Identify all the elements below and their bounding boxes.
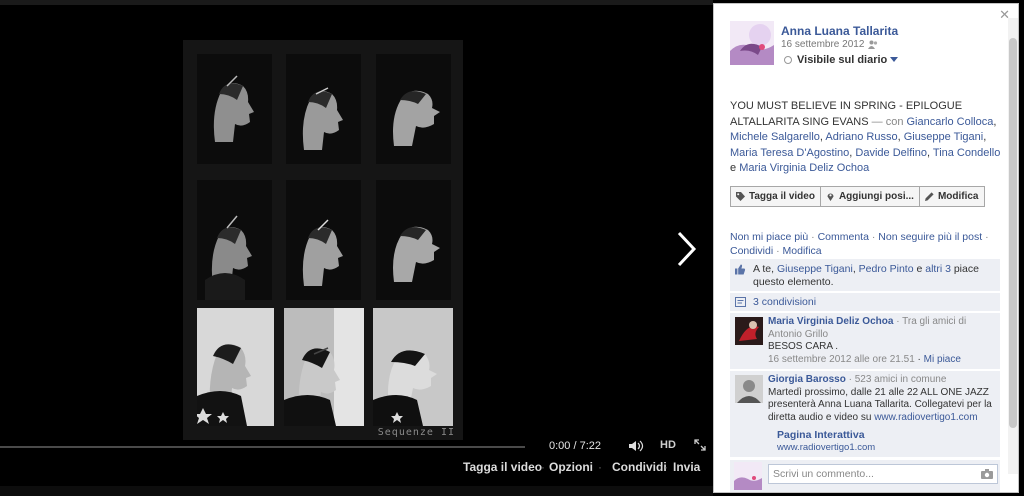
comment-link[interactable]: Commenta — [818, 231, 869, 243]
scrollbar-thumb[interactable] — [1009, 38, 1017, 428]
likes-prefix: A te, — [753, 263, 775, 275]
visibility-selector[interactable]: Visibile sul diario — [784, 54, 899, 66]
thumbs-up-icon — [735, 264, 746, 275]
tag-video-label: Tagga il video — [749, 191, 815, 202]
bottom-strip — [0, 486, 713, 496]
post-actions: Non mi piace più · Commenta · Non seguir… — [730, 231, 989, 257]
comment-text: BESOS CARA . — [768, 341, 839, 352]
post-button-group: Tagga il video Aggiungi posi... Modifica — [730, 186, 985, 207]
share-post-link[interactable]: Condividi — [730, 245, 773, 257]
comment-item: Giorgia Barosso · 523 amici in comune Ma… — [730, 371, 1000, 457]
owner-avatar[interactable] — [730, 21, 774, 65]
post-date: 16 settembre 2012 — [781, 39, 865, 50]
video-still-5 — [286, 180, 361, 300]
add-location-button[interactable]: Aggiungi posi... — [821, 187, 920, 206]
tag-icon — [736, 192, 745, 201]
camera-icon[interactable] — [981, 469, 993, 479]
edit-post-link[interactable]: Modifica — [783, 245, 822, 257]
likes-summary: A te, Giuseppe Tigani, Pedro Pinto e alt… — [730, 259, 1000, 291]
shares-summary: 3 condivisioni — [730, 293, 1000, 311]
tagged-person[interactable]: Tina Condello — [933, 147, 1000, 159]
send-link[interactable]: Invia — [673, 460, 700, 474]
chevron-down-icon — [890, 57, 899, 62]
other-likers-link[interactable]: altri 3 — [925, 263, 951, 275]
conjunction: e — [730, 162, 737, 174]
attachment-url[interactable]: www.radiovertigo1.com — [777, 442, 996, 455]
tag-video-link[interactable]: Tagga il video — [463, 460, 542, 474]
tag-video-button[interactable]: Tagga il video — [731, 187, 821, 206]
comment-body: Giorgia Barosso · 523 amici in comune Ma… — [768, 374, 996, 454]
add-location-label: Aggiungi posi... — [838, 191, 914, 202]
video-still-3 — [376, 54, 451, 164]
attachment-title[interactable]: Pagina Interattiva — [777, 429, 996, 442]
pencil-icon — [924, 192, 934, 201]
share-link[interactable]: Condividi — [612, 460, 667, 474]
video-controls: 0:00 / 7:22 HD — [0, 436, 713, 458]
hd-toggle-button[interactable]: HD — [660, 439, 676, 451]
time-display: 0:00 / 7:22 — [549, 440, 601, 452]
commenter-meta: · 523 amici in comune — [848, 374, 947, 385]
comment-composer — [730, 460, 1000, 492]
share-icon — [735, 297, 746, 307]
video-still-9 — [373, 308, 453, 426]
top-bar — [0, 0, 713, 5]
video-still-2 — [286, 54, 361, 164]
video-still-7 — [197, 308, 274, 426]
commenter-avatar[interactable] — [735, 317, 763, 345]
scrollbar[interactable] — [1008, 18, 1018, 474]
post-description: YOU MUST BELIEVE IN SPRING - EPILOGUE AL… — [730, 100, 1001, 174]
unlike-link[interactable]: Non mi piace più — [730, 231, 808, 243]
tagged-person[interactable]: Giuseppe Tigani — [904, 131, 984, 143]
post-panel: ✕ Anna Luana Tallarita 16 settembre 2012… — [713, 3, 1019, 493]
separator: · — [664, 460, 668, 474]
video-frame[interactable]: Sequenze II — [183, 40, 463, 440]
fullscreen-icon[interactable] — [694, 439, 706, 451]
viewer-avatar — [734, 462, 762, 490]
commenter-name[interactable]: Maria Virginia Deliz Ochoa — [768, 316, 893, 327]
video-still-4 — [197, 180, 272, 300]
next-arrow-icon[interactable] — [672, 230, 700, 268]
comment-item: Maria Virginia Deliz Ochoa · Tra gli ami… — [730, 313, 1000, 369]
comment-input[interactable] — [768, 464, 998, 484]
edit-button[interactable]: Modifica — [920, 187, 984, 206]
video-stage: Sequenze II 0:00 / 7:22 HD Tagga il vide… — [0, 0, 713, 496]
separator: · — [598, 460, 602, 474]
tagged-person[interactable]: Maria Teresa D'Agostino — [730, 147, 849, 159]
shares-link[interactable]: 3 condivisioni — [753, 296, 816, 308]
likes-text: A te, Giuseppe Tigani, Pedro Pinto e alt… — [753, 263, 979, 288]
liker-link[interactable]: Giuseppe Tigani — [777, 263, 853, 275]
video-actions: Tagga il video · Opzioni · Condividi · I… — [0, 458, 713, 476]
visibility-radio — [784, 56, 792, 64]
owner-name[interactable]: Anna Luana Tallarita — [781, 24, 898, 38]
tagged-person[interactable]: Giancarlo Colloca — [907, 116, 994, 128]
unfollow-link[interactable]: Non seguire più il post — [878, 231, 982, 243]
comment-time: 16 settembre 2012 alle ore 21.51 — [768, 353, 915, 365]
separator: · — [541, 460, 545, 474]
options-link[interactable]: Opzioni — [549, 460, 593, 474]
tagged-person[interactable]: Michele Salgarello — [730, 131, 820, 143]
video-still-1 — [197, 54, 272, 164]
comment-body: Maria Virginia Deliz Ochoa · Tra gli ami… — [768, 316, 967, 365]
video-still-6 — [376, 180, 451, 300]
progress-bar[interactable] — [0, 446, 525, 448]
liker-link[interactable]: Pedro Pinto — [859, 263, 914, 275]
tagged-person[interactable]: Adriano Russo — [825, 131, 897, 143]
edit-label: Modifica — [937, 191, 979, 202]
commenter-avatar[interactable] — [735, 375, 763, 403]
comment-like-link[interactable]: Mi piace — [924, 354, 961, 365]
visibility-label: Visibile sul diario — [797, 54, 888, 66]
tagged-person[interactable]: Davide Delfino — [855, 147, 927, 159]
with-prefix: — con — [871, 115, 904, 128]
likes-and: e — [916, 263, 923, 275]
volume-icon[interactable] — [628, 440, 644, 452]
location-pin-icon — [827, 193, 834, 201]
commenter-name[interactable]: Giorgia Barosso — [768, 374, 846, 385]
audience-icon — [868, 40, 878, 49]
video-still-8 — [284, 308, 364, 426]
tagged-person[interactable]: Maria Virginia Deliz Ochoa — [739, 162, 869, 174]
comment-url-link[interactable]: www.radiovertigo1.com — [874, 412, 977, 423]
